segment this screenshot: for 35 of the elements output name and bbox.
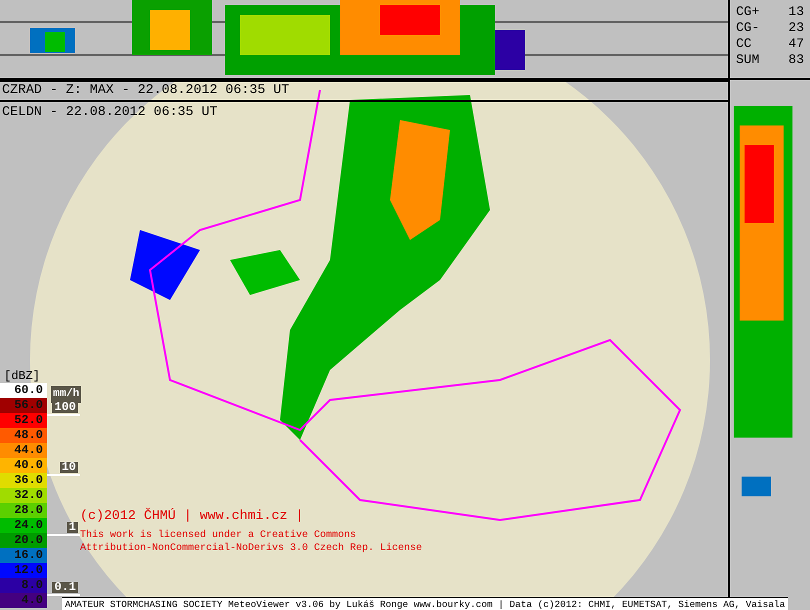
legend-level: 44.0 [0,443,47,458]
legend-level: 52.0 [0,413,47,428]
license-text: Attribution-NonCommercial-NoDerivs 3.0 Czech Rep. License [80,542,422,556]
rate-mark: 1 [66,522,78,533]
legend-level: 60.0 [0,383,47,398]
rate-mark: 100 [52,402,78,413]
radar-header-text: CZRAD - Z: MAX - 22.08.2012 06:35 UT [2,82,290,98]
rate-mark: 0.1 [52,582,78,593]
legend-level: 4.0 [0,593,47,608]
count-value: 83 [788,52,804,68]
radar-header-text: CELDN - 22.08.2012 06:35 UT [2,104,218,120]
legend-level: 28.0 [0,503,47,518]
legend-level: 8.0 [0,578,47,593]
count-label: CG+ [736,4,760,20]
count-label: CG- [736,20,760,36]
count-label: SUM [736,52,760,68]
count-value: 13 [788,4,804,20]
legend-level: 48.0 [0,428,47,443]
legend-level: 40.0 [0,458,47,473]
count-label: CC [736,36,752,52]
legend-level: 24.0 [0,518,47,533]
legend-level: 16.0 [0,548,47,563]
legend-level: 56.0 [0,398,47,413]
legend-level: 32.0 [0,488,47,503]
count-value: 47 [788,36,804,52]
rate-mark: 10 [60,462,78,473]
license-text: This work is licensed under a Creative Commons [80,528,356,542]
legend-unit: [dBZ] [4,368,40,385]
count-value: 23 [788,20,804,36]
copyright-text: (c)2012 ČHMÚ | www.chmi.cz | [80,506,304,525]
legend-level: 20.0 [0,533,47,548]
footer-text: AMATEUR STORMCHASING SOCIETY MeteoViewer v3.06 by Lukáš Ronge www.bourky.com | Data (c)2012: CHMI, EUMETSAT, Siemens AG, Vaisala [62,597,788,610]
legend-level: 36.0 [0,473,47,488]
rate-unit: mm/h [51,386,82,402]
legend-level: 12.0 [0,563,47,578]
